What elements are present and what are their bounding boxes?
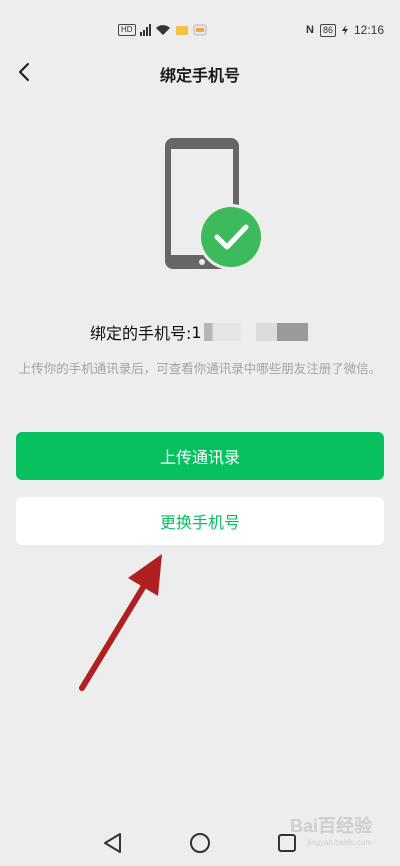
system-home-button[interactable]: [187, 830, 213, 856]
status-bar: HD N 86 12:16: [0, 0, 400, 50]
nav-bar: 绑定手机号: [0, 50, 400, 96]
wifi-icon: [155, 25, 170, 35]
battery-icon: 86: [319, 23, 336, 37]
system-nav-bar: [0, 820, 400, 866]
system-back-button[interactable]: [100, 830, 126, 856]
change-phone-button[interactable]: 更换手机号: [16, 497, 384, 545]
clock: 12:16: [353, 23, 384, 37]
page-title: 绑定手机号: [159, 66, 240, 85]
status-right-icons: N 86 12:16: [306, 22, 384, 38]
description-text: 上传你的手机通讯录后，可查看你通讯录中哪些朋友注册了微信。: [18, 361, 382, 376]
bound-phone-label: 绑定的手机号: 1: [90, 320, 308, 344]
system-recents-button[interactable]: [274, 830, 300, 856]
hd-icon: HD: [118, 24, 136, 36]
annotation-arrow: [70, 540, 180, 700]
square-recents-icon: [278, 834, 296, 852]
masked-phone-number: [203, 323, 308, 341]
nfc-icon: N: [306, 24, 314, 36]
signal-icon: [139, 24, 151, 36]
status-left-icons: HD: [118, 22, 207, 38]
circle-home-icon: [190, 833, 210, 853]
upload-contacts-button[interactable]: 上传通讯录: [16, 432, 384, 480]
bound-phone-number: 1: [191, 322, 202, 342]
charging-icon: [341, 25, 348, 35]
bound-phone-label-text: 绑定的手机号:: [90, 324, 192, 343]
notification-icon: [175, 26, 188, 35]
triangle-back-icon: [104, 833, 121, 853]
app-notification-icon: [193, 24, 207, 36]
phone-check-illustration: [160, 135, 270, 275]
